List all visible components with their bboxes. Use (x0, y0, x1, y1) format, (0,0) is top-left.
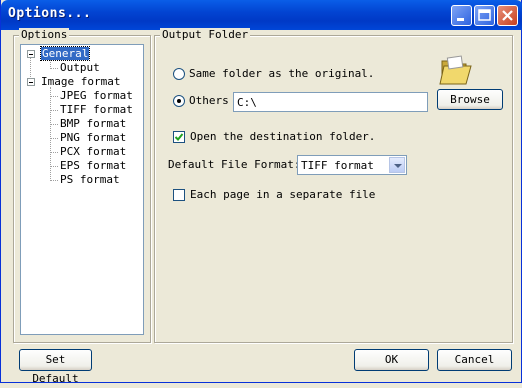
tree-item-tiff[interactable]: TIFF format (60, 103, 133, 116)
browse-button[interactable]: Browse (437, 89, 503, 110)
options-dialog: Options... Options General Output Image … (0, 0, 522, 385)
tree-line (50, 180, 58, 181)
close-button[interactable] (497, 5, 518, 26)
tree-line (50, 166, 58, 167)
open-destination-label: Open the destination folder. (190, 130, 376, 143)
tree-line (50, 124, 58, 125)
tree-line (50, 68, 58, 69)
chevron-down-icon[interactable] (389, 157, 405, 173)
tree-line (30, 57, 31, 79)
collapse-general-icon[interactable] (27, 50, 35, 58)
open-destination-checkbox[interactable] (173, 131, 185, 143)
default-format-label: Default File Format: (168, 158, 301, 171)
cancel-button[interactable]: Cancel (437, 349, 512, 371)
tree-line (50, 96, 58, 97)
set-default-button[interactable]: Set Default (19, 349, 92, 385)
checkmark-icon (174, 133, 184, 141)
default-format-value: TIFF format (301, 159, 374, 172)
minimize-button[interactable] (451, 5, 472, 26)
maximize-button[interactable] (474, 5, 495, 26)
ok-button[interactable]: OK (354, 349, 429, 371)
same-folder-label: Same folder as the original. (189, 67, 375, 80)
tree-line (50, 152, 58, 153)
tree-item-pcx[interactable]: PCX format (60, 145, 126, 158)
tree-line (50, 138, 58, 139)
folder-icon (439, 55, 472, 85)
default-format-select[interactable]: TIFF format (297, 155, 407, 175)
tree-item-bmp[interactable]: BMP format (60, 117, 126, 130)
minimize-icon (457, 18, 464, 21)
collapse-image-format-icon[interactable] (27, 78, 35, 86)
same-folder-radio[interactable] (173, 68, 185, 80)
others-label: Others (189, 94, 229, 107)
each-page-label: Each page in a separate file (190, 188, 376, 201)
tree-item-png[interactable]: PNG format (60, 131, 126, 144)
tree-item-output[interactable]: Output (60, 61, 100, 74)
options-legend: Options (19, 28, 70, 41)
each-page-checkbox[interactable] (173, 189, 185, 201)
maximize-icon (478, 9, 491, 21)
output-folder-legend: Output Folder (160, 28, 251, 41)
close-icon (502, 10, 513, 21)
others-path-input[interactable]: C:\ (233, 92, 428, 112)
tree-item-image-format[interactable]: Image format (41, 75, 120, 88)
tree-item-ps[interactable]: PS format (60, 173, 120, 186)
tree-item-eps[interactable]: EPS format (60, 159, 126, 172)
others-radio[interactable] (173, 95, 185, 107)
tree-line (50, 110, 58, 111)
tree-item-jpeg[interactable]: JPEG format (60, 89, 133, 102)
tree-item-general[interactable]: General (39, 46, 91, 61)
options-tree[interactable]: General Output Image format JPEG format … (20, 44, 144, 335)
window-title: Options... (8, 6, 92, 21)
title-bar[interactable]: Options... (1, 0, 522, 30)
